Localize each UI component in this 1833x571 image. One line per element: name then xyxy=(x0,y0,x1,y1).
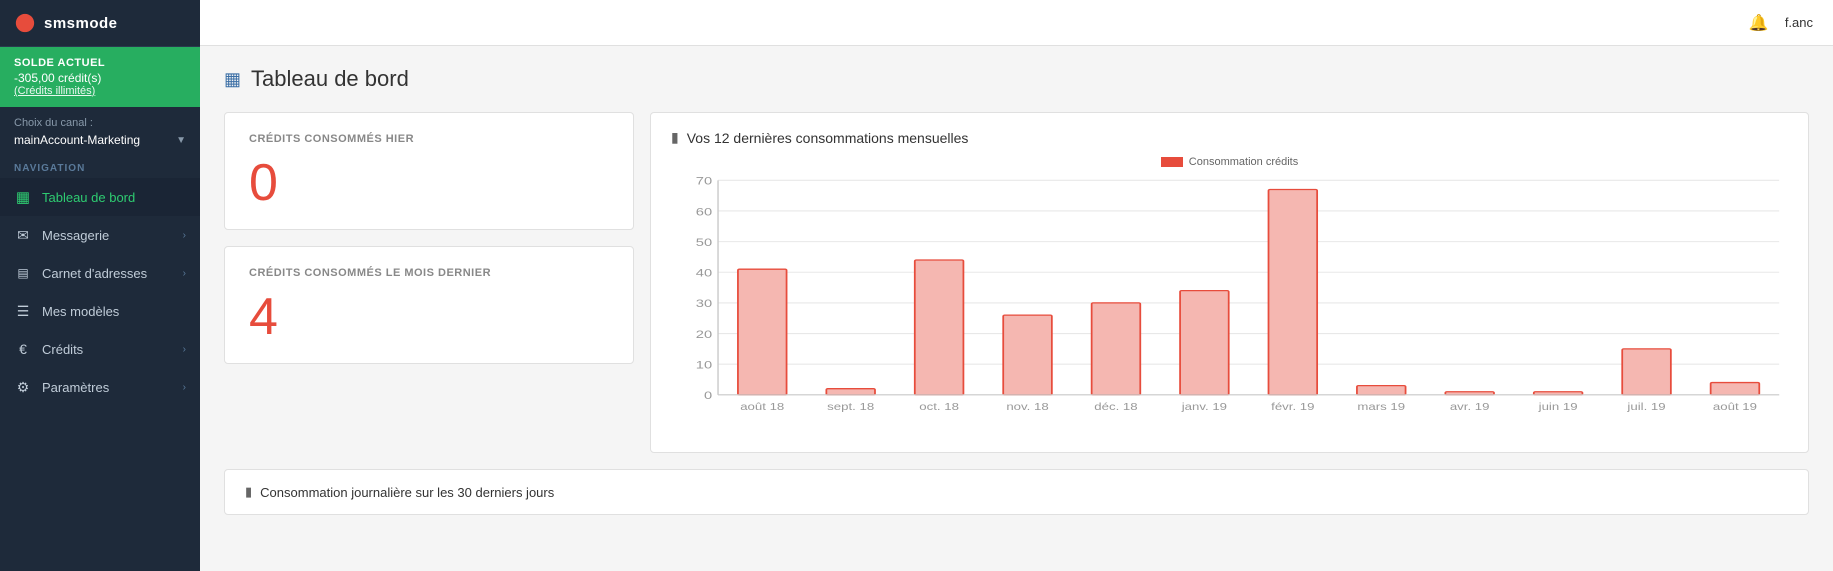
sidebar-item-carnet-adresses[interactable]: ▤ Carnet d'adresses › xyxy=(0,254,200,292)
svg-text:juil. 19: juil. 19 xyxy=(1626,402,1665,413)
top-header: 🔔 f.anc xyxy=(200,0,1833,46)
svg-text:70: 70 xyxy=(696,176,712,187)
dashboard-grid: CRÉDITS CONSOMMÉS HIER 0 CRÉDITS CONSOMM… xyxy=(224,112,1809,515)
svg-text:janv. 19: janv. 19 xyxy=(1181,402,1227,413)
nav-arrow-icon: › xyxy=(183,268,186,279)
tableau-de-bord-icon: ▦ xyxy=(14,188,32,206)
svg-text:20: 20 xyxy=(696,328,712,341)
nav-section-label: NAVIGATION xyxy=(0,153,200,178)
svg-text:févr. 19: févr. 19 xyxy=(1271,402,1314,413)
sidebar-item-mes-modeles[interactable]: ☰ Mes modèles xyxy=(0,292,200,330)
channel-arrow-icon: ▼ xyxy=(176,135,186,146)
sidebar: smsmode SOLDE ACTUEL -305,00 crédit(s) (… xyxy=(0,0,200,571)
notification-icon[interactable]: 🔔 xyxy=(1749,13,1769,33)
carnet-icon: ▤ xyxy=(14,264,32,282)
balance-label: SOLDE ACTUEL xyxy=(14,57,186,69)
card-last-month-value: 4 xyxy=(249,291,609,343)
svg-text:30: 30 xyxy=(696,297,712,310)
card-yesterday-value: 0 xyxy=(249,157,609,209)
channel-value: mainAccount-Marketing xyxy=(14,133,140,147)
monthly-chart-card: ▮ Vos 12 dernières consommations mensuel… xyxy=(650,112,1809,453)
svg-text:avr. 19: avr. 19 xyxy=(1450,402,1490,413)
page-content: ▦ Tableau de bord CRÉDITS CONSOMMÉS HIER… xyxy=(200,46,1833,571)
balance-section: SOLDE ACTUEL -305,00 crédit(s) (Crédits … xyxy=(0,47,200,107)
balance-value: -305,00 crédit(s) xyxy=(14,71,186,85)
app-name: smsmode xyxy=(44,15,118,32)
svg-text:50: 50 xyxy=(696,236,712,249)
svg-text:août 19: août 19 xyxy=(1713,402,1757,413)
sidebar-item-label: Tableau de bord xyxy=(42,190,135,205)
channel-section: Choix du canal : mainAccount-Marketing ▼ xyxy=(0,107,200,153)
bottom-chart-title: Consommation journalière sur les 30 dern… xyxy=(260,485,554,500)
credits-icon: € xyxy=(14,340,32,358)
balance-sub: (Crédits illimités) xyxy=(14,85,186,97)
chart-title-row: ▮ Vos 12 dernières consommations mensuel… xyxy=(671,129,1788,146)
sidebar-item-label: Carnet d'adresses xyxy=(42,266,147,281)
modeles-icon: ☰ xyxy=(14,302,32,320)
card-last-month-label: CRÉDITS CONSOMMÉS LE MOIS DERNIER xyxy=(249,267,609,279)
svg-text:juin 19: juin 19 xyxy=(1537,402,1577,413)
sidebar-item-label: Paramètres xyxy=(42,380,109,395)
sidebar-item-credits[interactable]: € Crédits › xyxy=(0,330,200,368)
bottom-chart-card: ▮ Consommation journalière sur les 30 de… xyxy=(224,469,1809,515)
chart-legend: Consommation crédits xyxy=(671,156,1788,168)
page-title: Tableau de bord xyxy=(251,66,409,92)
user-name: f.anc xyxy=(1785,15,1813,30)
card-yesterday: CRÉDITS CONSOMMÉS HIER 0 xyxy=(224,112,634,230)
nav-arrow-icon: › xyxy=(183,382,186,393)
card-last-month: CRÉDITS CONSOMMÉS LE MOIS DERNIER 4 xyxy=(224,246,634,364)
sidebar-item-tableau-de-bord[interactable]: ▦ Tableau de bord xyxy=(0,178,200,216)
card-yesterday-label: CRÉDITS CONSOMMÉS HIER xyxy=(249,133,609,145)
channel-select[interactable]: mainAccount-Marketing ▼ xyxy=(14,133,186,147)
legend-label: Consommation crédits xyxy=(1189,156,1298,168)
sidebar-logo: smsmode xyxy=(0,0,200,47)
svg-text:nov. 18: nov. 18 xyxy=(1006,402,1048,413)
parametres-icon: ⚙ xyxy=(14,378,32,396)
page-title-icon: ▦ xyxy=(224,69,241,90)
messagerie-icon: ✉ xyxy=(14,226,32,244)
svg-text:40: 40 xyxy=(696,267,712,280)
chart-title-text: Vos 12 dernières consommations mensuelle… xyxy=(687,130,969,146)
svg-text:60: 60 xyxy=(696,205,712,218)
nav-arrow-icon: › xyxy=(183,344,186,355)
svg-text:sept. 18: sept. 18 xyxy=(827,402,874,413)
sidebar-item-label: Messagerie xyxy=(42,228,109,243)
main-content: 🔔 f.anc ▦ Tableau de bord CRÉDITS CONSOM… xyxy=(200,0,1833,571)
cards-column: CRÉDITS CONSOMMÉS HIER 0 CRÉDITS CONSOMM… xyxy=(224,112,634,453)
monthly-chart-area: 0 10 20 30 40 50 60 70 août 18 sept. 18 oct. 18 nov… xyxy=(671,176,1788,436)
sidebar-item-messagerie[interactable]: ✉ Messagerie › xyxy=(0,216,200,254)
chart-title-icon: ▮ xyxy=(671,129,679,146)
logo-icon xyxy=(14,12,36,34)
legend-box xyxy=(1161,157,1183,167)
bottom-chart-icon: ▮ xyxy=(245,484,252,500)
sidebar-item-label: Crédits xyxy=(42,342,83,357)
nav-arrow-icon: › xyxy=(183,230,186,241)
svg-text:août 18: août 18 xyxy=(740,402,784,413)
sidebar-item-label: Mes modèles xyxy=(42,304,119,319)
bar-chart-svg: 0 10 20 30 40 50 60 70 août 18 sept. 18 oct. 18 nov… xyxy=(671,176,1788,436)
svg-text:déc. 18: déc. 18 xyxy=(1094,402,1137,413)
channel-label: Choix du canal : xyxy=(14,117,186,129)
svg-text:oct. 18: oct. 18 xyxy=(919,402,959,413)
svg-text:10: 10 xyxy=(696,358,712,371)
svg-text:mars 19: mars 19 xyxy=(1357,402,1405,413)
sidebar-item-parametres[interactable]: ⚙ Paramètres › xyxy=(0,368,200,406)
svg-text:0: 0 xyxy=(704,389,712,402)
page-title-row: ▦ Tableau de bord xyxy=(224,66,1809,92)
sidebar-nav: ▦ Tableau de bord ✉ Messagerie › ▤ Carne… xyxy=(0,178,200,406)
